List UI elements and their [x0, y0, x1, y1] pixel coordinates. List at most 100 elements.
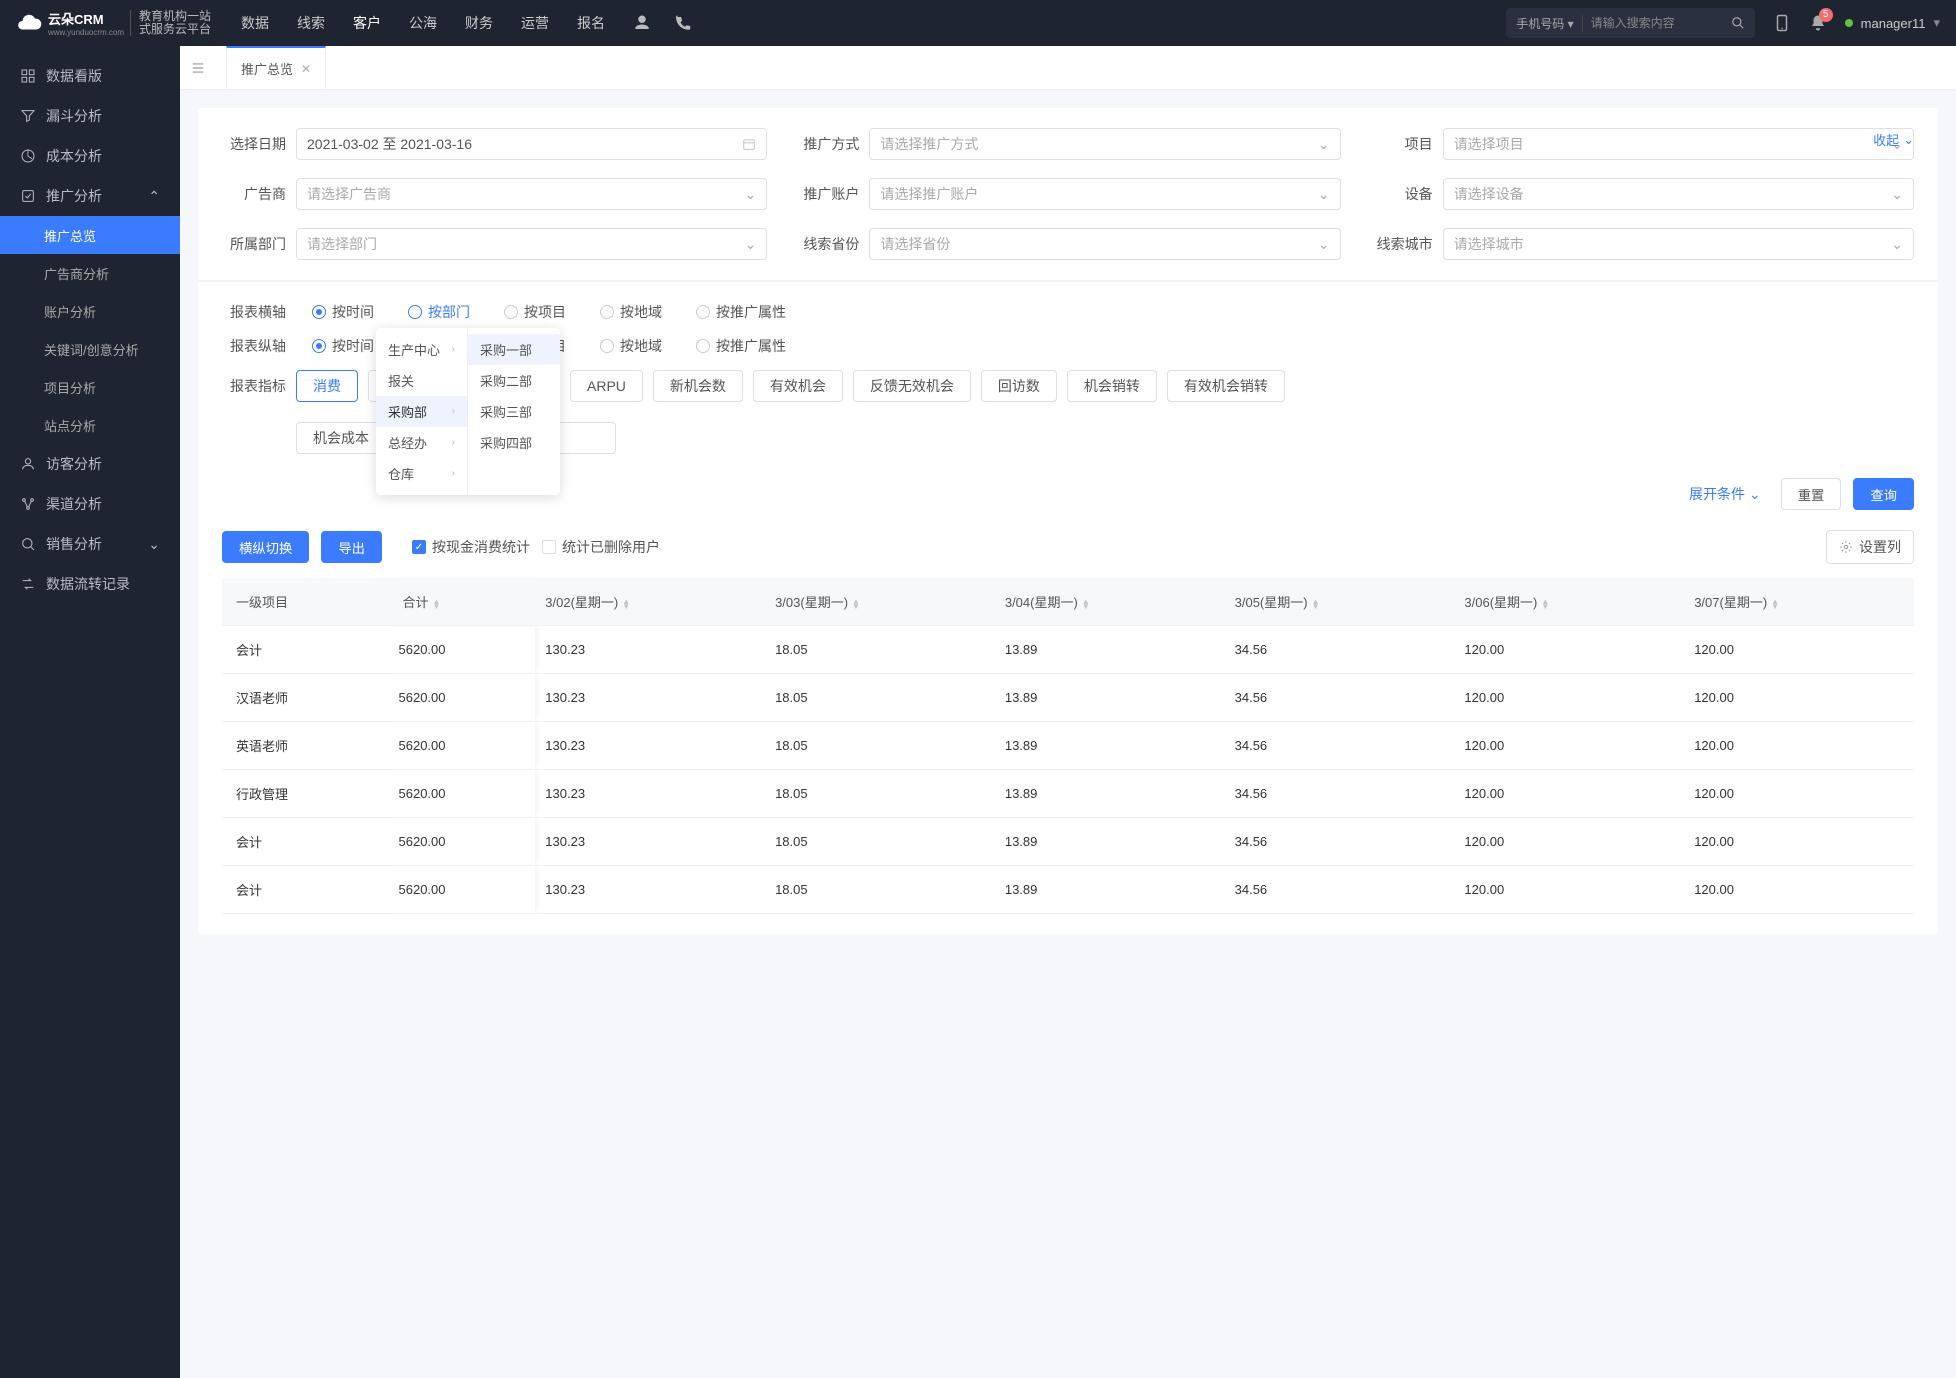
status-dot-icon — [1845, 19, 1853, 27]
province-select[interactable]: 请选择省份⌄ — [869, 228, 1340, 260]
search-type-select[interactable]: 手机号码 ▾ — [1516, 15, 1582, 32]
cash-stats-checkbox[interactable]: ✓ 按现金消费统计 — [412, 537, 530, 557]
chevron-down-icon: ⌄ — [148, 536, 160, 553]
radio-option[interactable]: 按地域 — [600, 302, 670, 322]
sidebar-item[interactable]: 成本分析 — [0, 136, 180, 176]
reset-button[interactable]: 重置 — [1781, 478, 1842, 510]
sidebar-subitem[interactable]: 广告商分析 — [0, 254, 180, 292]
metric-button[interactable]: 机会销转 — [1067, 370, 1157, 402]
date-range-input[interactable]: 2021-03-02 至 2021-03-16 — [296, 128, 767, 160]
table-cell: 13.89 — [995, 722, 1225, 770]
table-cell: 120.00 — [1684, 626, 1914, 674]
sort-icon: ▲▼ — [622, 599, 630, 609]
table-cell: 5620.00 — [389, 626, 536, 674]
sidebar-item[interactable]: 销售分析⌄ — [0, 524, 180, 564]
dept-select[interactable]: 请选择部门⌄ — [296, 228, 767, 260]
cascader-item[interactable]: 采购一部 — [468, 334, 560, 365]
phone-icon[interactable] — [673, 14, 691, 32]
table-header[interactable]: 一级项目 — [222, 578, 389, 626]
sidebar-item[interactable]: 访客分析 — [0, 444, 180, 484]
cascader-item[interactable]: 采购部› — [376, 396, 467, 427]
topnav-item[interactable]: 线索 — [297, 13, 325, 33]
table-cell: 34.56 — [1225, 674, 1455, 722]
metric-button[interactable]: 新机会数 — [653, 370, 743, 402]
table-header[interactable]: 3/05(星期一)▲▼ — [1225, 578, 1455, 626]
cascader-item[interactable]: 总经办› — [376, 427, 467, 458]
query-button[interactable]: 查询 — [1853, 478, 1914, 510]
cascader-item[interactable]: 采购三部 — [468, 396, 560, 427]
radio-option[interactable]: 按项目 — [504, 302, 574, 322]
cascader-item[interactable]: 生产中心› — [376, 334, 467, 365]
cascader-item[interactable]: 采购二部 — [468, 365, 560, 396]
sidebar-item[interactable]: 数据看版 — [0, 56, 180, 96]
advertiser-select[interactable]: 请选择广告商⌄ — [296, 178, 767, 210]
collapse-filters-link[interactable]: 收起 ⌄ — [1873, 130, 1914, 149]
radio-option[interactable]: 按时间 — [312, 302, 382, 322]
account-select[interactable]: 请选择推广账户⌄ — [869, 178, 1340, 210]
sidebar-subitem[interactable]: 项目分析 — [0, 368, 180, 406]
metric-button[interactable]: 回访数 — [981, 370, 1057, 402]
topnav-item[interactable]: 数据 — [241, 13, 269, 33]
radio-option[interactable]: 按部门 — [408, 302, 478, 322]
city-select[interactable]: 请选择城市⌄ — [1443, 228, 1914, 260]
metric-button[interactable]: 消费 — [296, 370, 358, 402]
sidebar-collapse-button[interactable] — [190, 61, 220, 75]
sidebar: 数据看版漏斗分析成本分析推广分析⌃推广总览广告商分析账户分析关键词/创意分析项目… — [0, 46, 180, 1378]
sidebar-subitem[interactable]: 站点分析 — [0, 406, 180, 444]
dept-cascader: 生产中心›报关采购部›总经办›仓库› 采购一部采购二部采购三部采购四部 — [376, 328, 560, 495]
table-header[interactable]: 3/03(星期一)▲▼ — [765, 578, 995, 626]
sidebar-item[interactable]: 数据流转记录 — [0, 564, 180, 604]
cascader-item[interactable]: 仓库› — [376, 458, 467, 489]
mobile-icon[interactable] — [1773, 14, 1791, 32]
sidebar-subitem[interactable]: 推广总览 — [0, 216, 180, 254]
topnav-item[interactable]: 客户 — [353, 13, 381, 33]
topnav-item[interactable]: 公海 — [409, 13, 437, 33]
user-menu[interactable]: manager11 ▾ — [1845, 15, 1940, 31]
metric-button[interactable]: 反馈无效机会 — [853, 370, 971, 402]
topnav-item[interactable]: 财务 — [465, 13, 493, 33]
sidebar-item[interactable]: 漏斗分析 — [0, 96, 180, 136]
metric-button[interactable]: 机会成本 — [296, 422, 386, 454]
table-row: 会计5620.00130.2318.0513.8934.56120.00120.… — [222, 818, 1914, 866]
radio-option[interactable]: 按推广属性 — [696, 336, 786, 356]
export-button[interactable]: 导出 — [321, 531, 382, 563]
toggle-axis-button[interactable]: 横纵切换 — [222, 531, 309, 563]
radio-option[interactable]: 按时间 — [312, 336, 382, 356]
project-select[interactable]: 请选择项目⌄ — [1443, 128, 1914, 160]
radio-option[interactable]: 按推广属性 — [696, 302, 786, 322]
chevron-right-icon: › — [452, 344, 455, 355]
table-cell: 120.00 — [1454, 674, 1684, 722]
notification-bell[interactable]: 5 — [1809, 14, 1827, 32]
table-header[interactable]: 合计▲▼ — [389, 578, 536, 626]
topnav-item[interactable]: 运营 — [521, 13, 549, 33]
sidebar-item[interactable]: 推广分析⌃ — [0, 176, 180, 216]
table-header[interactable]: 3/02(星期一)▲▼ — [535, 578, 765, 626]
configure-columns-button[interactable]: 设置列 — [1826, 530, 1914, 564]
tab-promo-overview[interactable]: 推广总览 ✕ — [226, 46, 326, 90]
metric-button[interactable]: 有效机会销转 — [1167, 370, 1285, 402]
topnav-item[interactable]: 报名 — [577, 13, 605, 33]
user-icon[interactable] — [633, 14, 651, 32]
close-icon[interactable]: ✕ — [301, 62, 311, 76]
method-select[interactable]: 请选择推广方式⌄ — [869, 128, 1340, 160]
metric-button[interactable]: 有效机会 — [753, 370, 843, 402]
table-row: 英语老师5620.00130.2318.0513.8934.56120.0012… — [222, 722, 1914, 770]
radio-option[interactable]: 按地域 — [600, 336, 670, 356]
table-cell: 130.23 — [535, 818, 765, 866]
device-select[interactable]: 请选择设备⌄ — [1443, 178, 1914, 210]
sidebar-subitem[interactable]: 关键词/创意分析 — [0, 330, 180, 368]
sidebar-item[interactable]: 渠道分析 — [0, 484, 180, 524]
table-header[interactable]: 3/07(星期一)▲▼ — [1684, 578, 1914, 626]
expand-conditions-link[interactable]: 展开条件 ⌄ — [1689, 484, 1761, 504]
cascader-item[interactable]: 报关 — [376, 365, 467, 396]
filter-panel: 收起 ⌄ 选择日期 2021-03-02 至 2021-03-16 推广方式 请… — [198, 108, 1938, 934]
table-header[interactable]: 3/06(星期一)▲▼ — [1454, 578, 1684, 626]
sidebar-subitem[interactable]: 账户分析 — [0, 292, 180, 330]
deleted-users-checkbox[interactable]: 统计已删除用户 — [542, 537, 660, 557]
table-header[interactable]: 3/04(星期一)▲▼ — [995, 578, 1225, 626]
metric-button[interactable]: ARPU — [570, 370, 643, 402]
search-input[interactable] — [1591, 16, 1731, 30]
cascader-item[interactable]: 采购四部 — [468, 427, 560, 458]
chevron-right-icon: › — [452, 406, 455, 417]
search-icon[interactable] — [1731, 16, 1745, 30]
